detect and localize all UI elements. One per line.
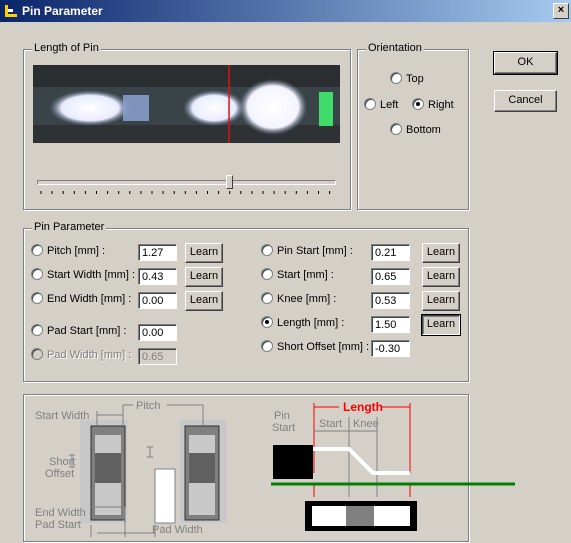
app-icon (5, 5, 17, 17)
start-width-radio[interactable]: Start Width [mm] : (31, 268, 136, 283)
end-width-radio[interactable]: End Width [mm] : (31, 292, 132, 307)
end-width-field[interactable]: 0.00 (138, 292, 177, 309)
pad-start-field[interactable]: 0.00 (138, 324, 177, 341)
radio-dot (261, 316, 273, 329)
length-field[interactable]: 1.50 (371, 316, 410, 333)
pitch-field[interactable]: 1.27 (138, 244, 177, 261)
radio-dot (390, 72, 402, 85)
pad-start-radio[interactable]: Pad Start [mm] : (31, 324, 127, 339)
ok-button[interactable]: OK (493, 51, 558, 75)
slider-ticks (40, 191, 331, 194)
pad-width-label: Pad Width [mm] : (47, 349, 132, 361)
length-label: Length [mm] : (277, 317, 345, 329)
orientation-bottom-radio[interactable]: Bottom (390, 123, 441, 138)
pin-start-field[interactable]: 0.21 (371, 244, 410, 261)
start-label: Start [mm] : (277, 269, 334, 281)
length-text: Length (343, 400, 383, 414)
end-width-learn-button[interactable]: Learn (185, 291, 223, 311)
orientation-top-radio[interactable]: Top (390, 72, 424, 87)
pad-width-radio: Pad Width [mm] : (31, 348, 132, 363)
knee-label: Knee [mm] : (277, 293, 337, 305)
title-bar: Pin Parameter × (0, 0, 571, 22)
pin-text: Pin (274, 410, 290, 422)
orientation-bottom-label: Bottom (406, 124, 441, 136)
length-of-pin-group: Length of Pin (23, 42, 351, 210)
pitch-learn-button[interactable]: Learn (185, 243, 223, 263)
pin-start-label: Pin Start [mm] : (277, 245, 353, 257)
pitch-label: Pitch [mm] : (47, 245, 106, 257)
offset-text: Offset (45, 468, 74, 480)
orientation-right-radio[interactable]: Right (412, 98, 454, 113)
length-of-pin-label: Length of Pin (32, 42, 101, 54)
pin-start-radio[interactable]: Pin Start [mm] : (261, 244, 353, 259)
length-slider-thumb[interactable] (225, 175, 233, 189)
knee-radio[interactable]: Knee [mm] : (261, 292, 337, 307)
pin-parameter-group: Pin Parameter Pitch [mm] : 1.27 Learn St… (23, 221, 469, 382)
start-learn-button[interactable]: Learn (422, 267, 460, 287)
orientation-top-label: Top (406, 73, 424, 85)
radio-dot (261, 292, 273, 305)
window-title: Pin Parameter (22, 4, 103, 18)
orientation-left-radio[interactable]: Left (364, 98, 399, 113)
pad-width-field: 0.65 (138, 348, 177, 365)
short-offset-field[interactable]: -0.30 (371, 340, 410, 357)
radio-dot (261, 244, 273, 257)
length-slider-track[interactable] (37, 180, 336, 185)
radio-dot (31, 348, 43, 361)
knee-field[interactable]: 0.53 (371, 292, 410, 309)
start-width-learn-button[interactable]: Learn (185, 267, 223, 287)
radio-dot (31, 324, 43, 337)
knee-text: Knee (353, 418, 379, 430)
radio-dot (364, 98, 376, 111)
end-width-text: End Width (35, 507, 86, 519)
pad-start-text: Pad Start (35, 519, 81, 531)
pin-parameter-dialog: Pin Parameter × Length of Pin Orientatio… (0, 0, 571, 543)
short-text: Short (49, 456, 75, 468)
orientation-label: Orientation (366, 42, 424, 54)
start-width-field[interactable]: 0.43 (138, 268, 177, 285)
orientation-right-label: Right (428, 99, 454, 111)
start-width-label: Start Width [mm] : (47, 269, 136, 281)
radio-dot (261, 340, 273, 353)
cancel-button[interactable]: Cancel (494, 90, 557, 112)
pin-start-text: Start (272, 422, 295, 434)
pad-start-label: Pad Start [mm] : (47, 325, 127, 337)
pin-camera-image (33, 65, 340, 143)
close-button[interactable]: × (553, 3, 569, 19)
orientation-group: Orientation Top Left Right Bottom (357, 42, 469, 210)
orientation-left-label: Left (380, 99, 399, 111)
start-text: Start (319, 418, 342, 430)
pitch-text: Pitch (136, 400, 160, 412)
radio-dot (31, 244, 43, 257)
radio-dot (390, 123, 402, 136)
radio-dot (31, 268, 43, 281)
pin-start-learn-button[interactable]: Learn (422, 243, 460, 263)
start-field[interactable]: 0.65 (371, 268, 410, 285)
start-width-text: Start Width (35, 410, 89, 422)
knee-learn-button[interactable]: Learn (422, 291, 460, 311)
pitch-radio[interactable]: Pitch [mm] : (31, 244, 106, 259)
length-radio[interactable]: Length [mm] : (261, 316, 345, 331)
end-width-label: End Width [mm] : (47, 293, 132, 305)
radio-dot (31, 292, 43, 305)
short-offset-radio[interactable]: Short Offset [mm] : (261, 340, 370, 355)
short-offset-label: Short Offset [mm] : (277, 341, 370, 353)
start-radio[interactable]: Start [mm] : (261, 268, 334, 283)
pin-parameter-label: Pin Parameter (32, 221, 107, 233)
radio-dot (412, 98, 424, 111)
pin-diagram: Start Width Pitch Short Offset End Width… (35, 400, 515, 537)
radio-dot (261, 268, 273, 281)
length-learn-button[interactable]: Learn (421, 314, 461, 336)
pad-width-text: Pad Width (152, 524, 203, 536)
